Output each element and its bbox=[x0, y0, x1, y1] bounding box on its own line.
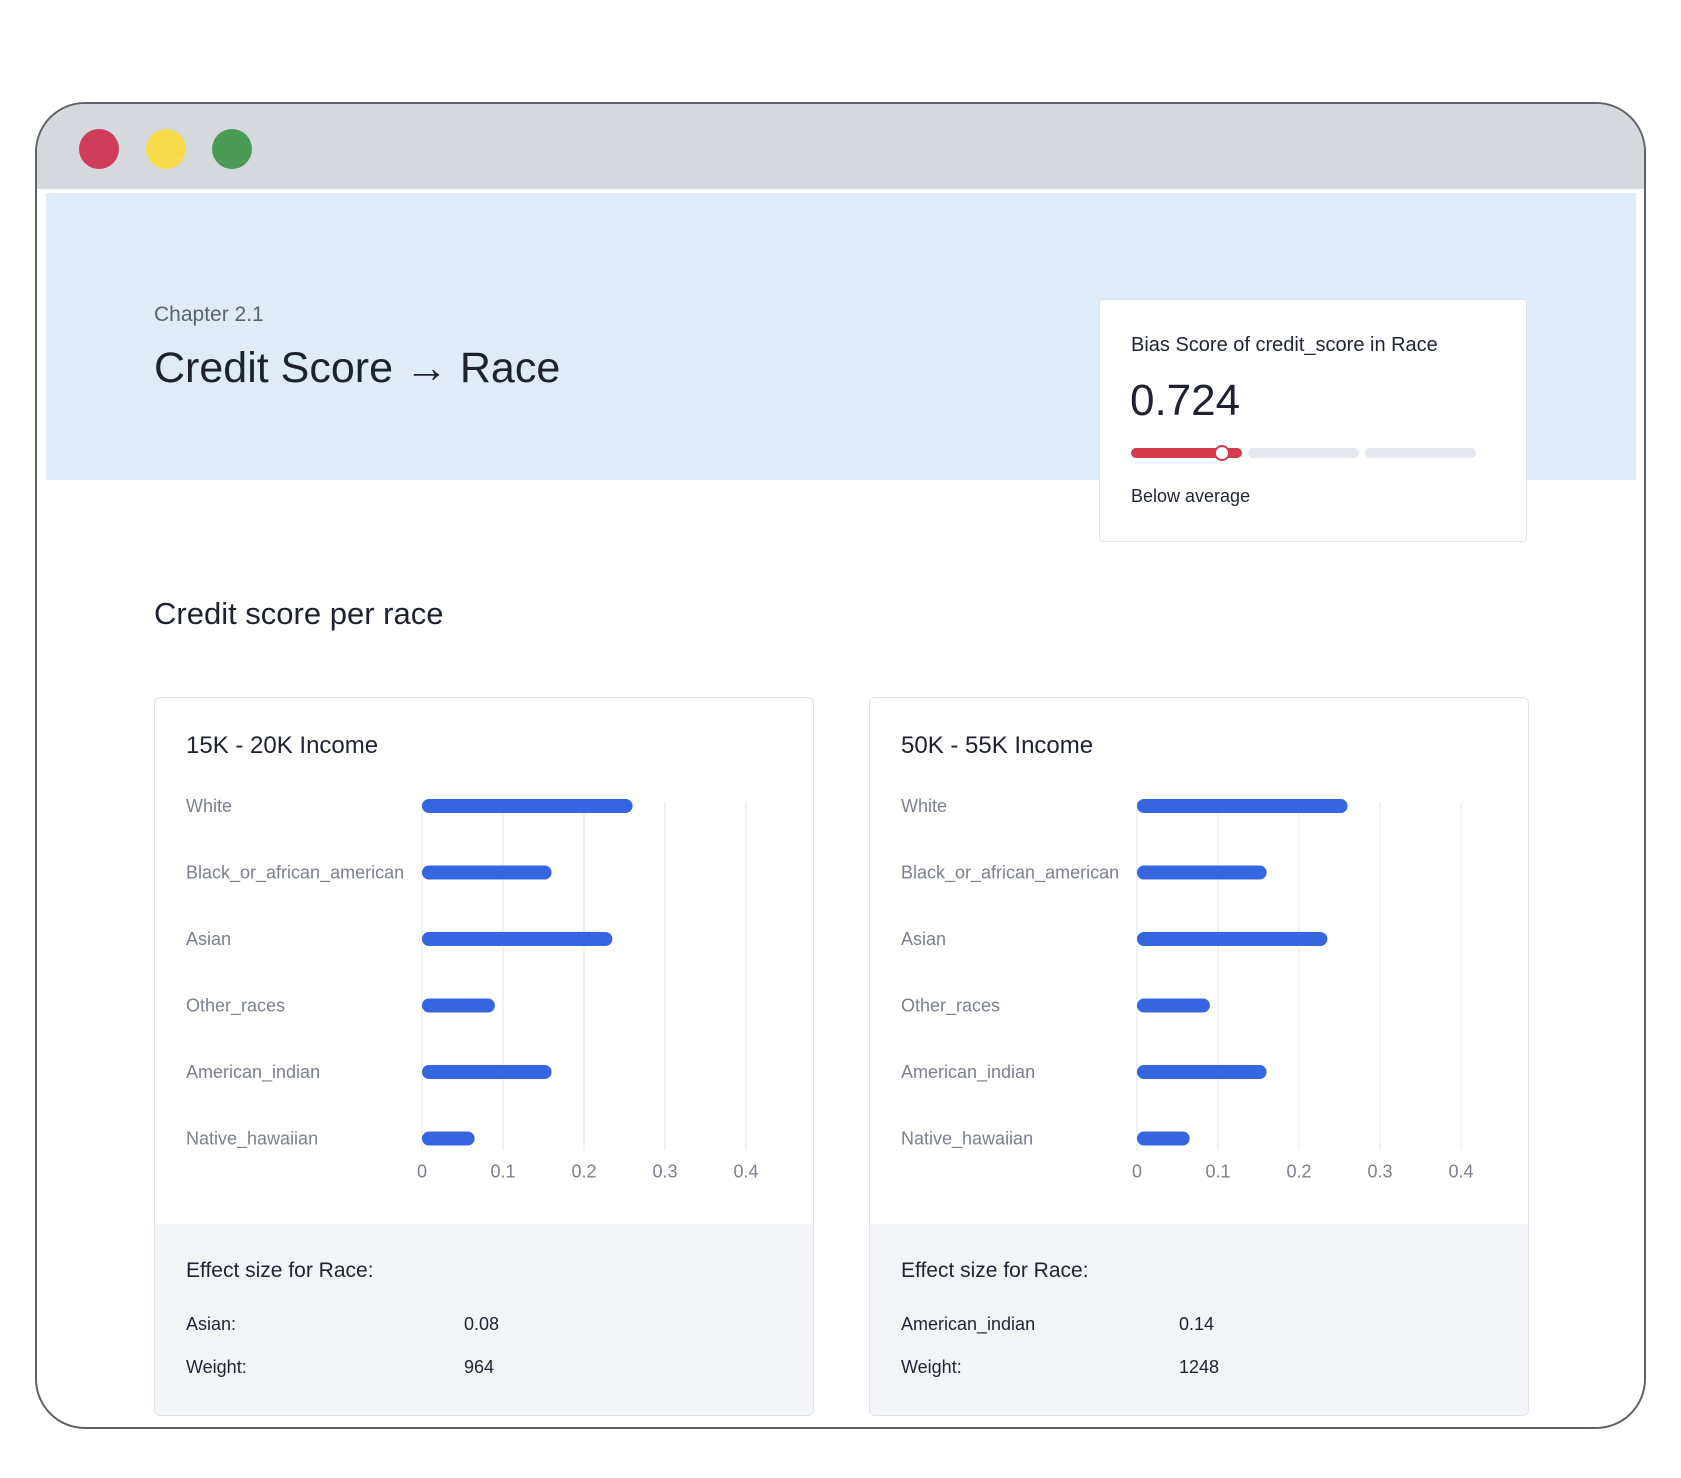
bar-chart: 0 0.1 0.2 0.3 0.4 White Black_or_african_ameri… bbox=[870, 778, 1528, 1179]
bar bbox=[1137, 865, 1267, 880]
close-window-button[interactable] bbox=[79, 129, 119, 169]
category-label: Native_hawaiian bbox=[901, 1129, 1033, 1150]
chart-title: 50K - 55K Income bbox=[901, 732, 1094, 759]
category-label: Asian bbox=[186, 929, 231, 949]
chart-card-low-income: 15K - 20K Income 0 0.1 0.2 0.3 0.4 White Black… bbox=[154, 697, 814, 1416]
bias-score-card: Bias Score of credit_score in Race 0.724… bbox=[1099, 299, 1527, 542]
bar bbox=[422, 1131, 475, 1146]
chapter-label: Chapter 2.1 bbox=[154, 303, 264, 326]
meter-segment-low bbox=[1131, 445, 1242, 461]
bar bbox=[422, 1065, 552, 1079]
x-tick-label: 0 bbox=[417, 1162, 427, 1179]
bias-score-label: Bias Score of credit_score in Race bbox=[1131, 334, 1438, 356]
bar-chart: 0 0.1 0.2 0.3 0.4 White Black_or_african_ameri… bbox=[155, 778, 813, 1179]
effect-value: 964 bbox=[464, 1357, 495, 1377]
effect-key: Weight: bbox=[186, 1357, 247, 1377]
effect-title: Effect size for Race: bbox=[186, 1259, 374, 1282]
bar bbox=[1137, 799, 1348, 813]
x-tick-label: 0.2 bbox=[1286, 1162, 1311, 1179]
category-label: Black_or_african_american bbox=[901, 863, 1119, 884]
x-tick-label: 0.4 bbox=[1448, 1162, 1473, 1179]
category-label: Other_races bbox=[901, 996, 1000, 1017]
minimize-window-button[interactable] bbox=[146, 129, 186, 169]
browser-window: Chapter 2.1 Credit Score → Race Bias Sco… bbox=[35, 102, 1646, 1429]
chart-card-high-income: 50K - 55K Income 0 0.1 0.2 0.3 0.4 White Black… bbox=[869, 697, 1529, 1416]
bar bbox=[1137, 1131, 1190, 1146]
category-label: Asian bbox=[901, 929, 946, 949]
bar bbox=[1137, 1065, 1267, 1079]
category-label: Native_hawaiian bbox=[186, 1129, 318, 1150]
meter-segment-mid bbox=[1248, 448, 1359, 458]
bar bbox=[1137, 932, 1328, 946]
page-title: Credit Score → Race bbox=[154, 344, 561, 392]
effect-key: American_indian bbox=[901, 1314, 1036, 1334]
category-label: White bbox=[186, 796, 232, 816]
bias-score-status: Below average bbox=[1131, 486, 1251, 506]
meter-handle bbox=[1214, 445, 1230, 461]
category-label: Black_or_african_american bbox=[186, 863, 404, 884]
category-label: Other_races bbox=[186, 996, 285, 1017]
x-tick-label: 0.1 bbox=[490, 1162, 515, 1179]
section-title: Credit score per race bbox=[154, 596, 444, 631]
category-label: American_indian bbox=[186, 1062, 320, 1083]
effect-value: 1248 bbox=[1179, 1357, 1220, 1377]
x-tick-label: 0 bbox=[1132, 1162, 1142, 1179]
bar bbox=[422, 799, 633, 813]
chart-svg: 0 0.1 0.2 0.3 0.4 White Black_or_african_ameri… bbox=[186, 796, 759, 1179]
effect-value: 0.14 bbox=[1179, 1314, 1215, 1334]
window-titlebar bbox=[37, 104, 1644, 189]
x-tick-label: 0.4 bbox=[733, 1162, 758, 1179]
x-tick-label: 0.2 bbox=[571, 1162, 596, 1179]
meter-segment-high bbox=[1365, 448, 1476, 458]
effect-value: 0.08 bbox=[464, 1314, 500, 1334]
effect-key: Asian: bbox=[186, 1314, 237, 1334]
category-label: White bbox=[901, 796, 947, 816]
bias-score-value: 0.724 bbox=[1130, 376, 1241, 425]
effect-key: Weight: bbox=[901, 1357, 962, 1377]
chart-svg: 0 0.1 0.2 0.3 0.4 White Black_or_african_ameri… bbox=[901, 796, 1474, 1179]
bar bbox=[422, 865, 552, 880]
x-tick-label: 0.1 bbox=[1205, 1162, 1230, 1179]
chart-title: 15K - 20K Income bbox=[186, 732, 379, 759]
bar bbox=[1137, 998, 1210, 1013]
effect-title: Effect size for Race: bbox=[901, 1259, 1089, 1282]
x-tick-label: 0.3 bbox=[1367, 1162, 1392, 1179]
category-label: American_indian bbox=[901, 1062, 1035, 1083]
effect-size-panel: Effect size for Race: American_indian 0.… bbox=[870, 1224, 1528, 1415]
effect-size-panel: Effect size for Race: Asian: 0.08 Weight… bbox=[155, 1224, 813, 1415]
maximize-window-button[interactable] bbox=[212, 129, 252, 169]
bar bbox=[422, 998, 495, 1013]
x-tick-label: 0.3 bbox=[652, 1162, 677, 1179]
bar bbox=[422, 932, 613, 946]
